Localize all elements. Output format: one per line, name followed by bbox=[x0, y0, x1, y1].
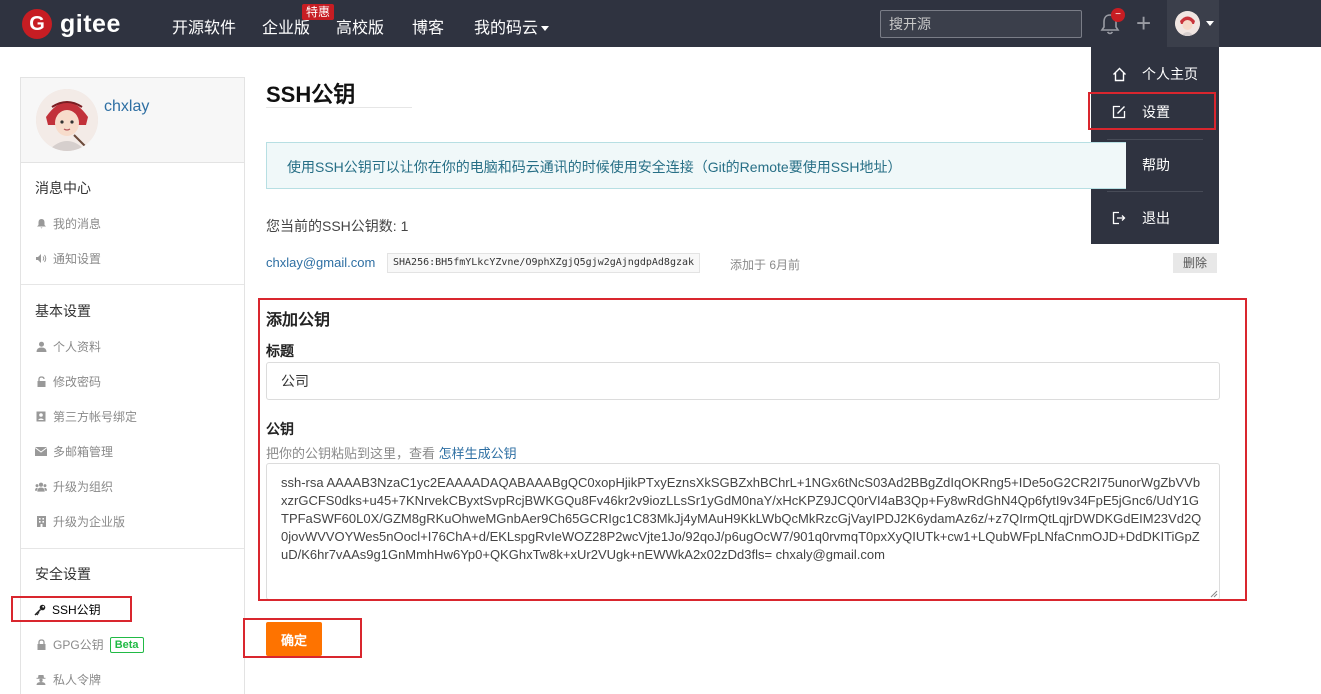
top-navbar: G gitee 开源软件 企业版 特惠 高校版 博客 我的码云 − + bbox=[0, 0, 1321, 47]
sidebar-item-third-party[interactable]: 第三方帐号绑定 bbox=[35, 408, 137, 425]
sidebar-item-tokens[interactable]: 私人令牌 bbox=[35, 671, 101, 688]
sidebar-group-security: 安全设置 bbox=[35, 566, 91, 582]
sidebar-item-profile[interactable]: 个人资料 bbox=[35, 338, 101, 355]
sidebar-item-label: 我的消息 bbox=[53, 217, 102, 231]
chevron-down-icon bbox=[541, 26, 550, 32]
sidebar-divider bbox=[21, 548, 244, 549]
public-key-textarea[interactable]: ssh-rsa AAAAB3NzaC1yc2EAAAADAQABAAABgQC0… bbox=[266, 463, 1220, 600]
mail-icon bbox=[35, 446, 47, 458]
sidebar-item-gpg-keys[interactable]: GPG公钥 Beta bbox=[35, 636, 144, 653]
menu-item-settings[interactable]: 设置 bbox=[1091, 93, 1219, 131]
home-icon bbox=[1110, 65, 1128, 83]
sidebar-item-label: 通知设置 bbox=[53, 252, 102, 266]
sidebar-group-messages: 消息中心 bbox=[35, 180, 91, 196]
ssh-key-count: 您当前的SSH公钥数: 1 bbox=[266, 218, 409, 234]
info-message: 使用SSH公钥可以让你在你的电脑和码云通讯的时候使用安全连接（Git的Remot… bbox=[266, 142, 1126, 189]
profile-username[interactable]: chxlay bbox=[104, 98, 149, 116]
logout-icon bbox=[1110, 209, 1128, 227]
title-label: 标题 bbox=[266, 343, 294, 359]
plus-icon[interactable]: + bbox=[1136, 10, 1151, 36]
delete-key-button[interactable]: 删除 bbox=[1173, 253, 1217, 273]
add-key-heading: 添加公钥 bbox=[266, 312, 331, 329]
avatar[interactable] bbox=[36, 89, 98, 151]
logo-mark-icon: G bbox=[22, 9, 52, 39]
key-hint: 把你的公钥粘贴到这里，查看 怎样生成公钥 bbox=[266, 443, 517, 462]
key-icon bbox=[34, 604, 46, 616]
menu-item-home[interactable]: 个人主页 bbox=[1091, 55, 1219, 93]
sidebar-item-change-password[interactable]: 修改密码 bbox=[35, 373, 101, 390]
contact-card-icon bbox=[35, 411, 47, 423]
nav-blog[interactable]: 博客 bbox=[412, 14, 444, 38]
nav-my-gitee[interactable]: 我的码云 bbox=[474, 14, 550, 38]
lock-icon bbox=[35, 639, 47, 651]
title-underline bbox=[266, 107, 412, 108]
resize-handle-icon[interactable] bbox=[1210, 590, 1218, 598]
settings-sidebar: chxlay 消息中心 我的消息 通知设置 基本设置 个人资料 修改密码 第三方… bbox=[20, 77, 245, 694]
edit-icon bbox=[1110, 103, 1128, 121]
sidebar-item-upgrade-org[interactable]: 升级为组织 bbox=[35, 478, 113, 495]
how-to-generate-key-link[interactable]: 怎样生成公钥 bbox=[439, 446, 517, 461]
sidebar-item-upgrade-enterprise[interactable]: 升级为企业版 bbox=[35, 513, 125, 530]
users-icon bbox=[35, 481, 47, 493]
hot-tag-badge: 特惠 bbox=[302, 4, 335, 20]
user-secret-icon bbox=[35, 674, 47, 686]
menu-divider bbox=[1107, 139, 1203, 140]
avatar bbox=[1175, 11, 1200, 36]
key-added-time: 添加于 6月前 bbox=[730, 258, 801, 272]
sidebar-item-label: 升级为组织 bbox=[53, 480, 114, 494]
gitee-logo[interactable]: G gitee bbox=[22, 9, 121, 39]
chevron-down-icon bbox=[1206, 21, 1214, 26]
menu-item-help-label: 帮助 bbox=[1142, 157, 1170, 173]
menu-item-home-label: 个人主页 bbox=[1142, 66, 1198, 82]
sidebar-item-label: 多邮箱管理 bbox=[53, 445, 114, 459]
ssh-key-row: chxlay@gmail.com SHA256:BH5fmYLkcYZvne/O… bbox=[266, 253, 1218, 273]
sidebar-item-label: 私人令牌 bbox=[53, 673, 102, 687]
nav-university[interactable]: 高校版 bbox=[336, 14, 384, 38]
nav-my-gitee-label: 我的码云 bbox=[474, 20, 539, 37]
profile-card: chxlay bbox=[21, 78, 244, 163]
sidebar-item-my-messages[interactable]: 我的消息 bbox=[35, 215, 101, 232]
menu-item-settings-label: 设置 bbox=[1142, 104, 1170, 120]
page-title: SSH公钥 bbox=[266, 82, 356, 107]
volume-icon bbox=[35, 253, 47, 265]
key-hint-text: 把你的公钥粘贴到这里，查看 bbox=[266, 446, 439, 461]
user-icon bbox=[35, 341, 47, 353]
sidebar-item-label: 升级为企业版 bbox=[53, 515, 126, 529]
sidebar-item-label: 修改密码 bbox=[53, 375, 102, 389]
sidebar-item-label: 第三方帐号绑定 bbox=[53, 410, 138, 424]
menu-item-logout[interactable]: 退出 bbox=[1091, 199, 1219, 237]
beta-badge: Beta bbox=[109, 636, 144, 653]
sidebar-item-label: SSH公钥 bbox=[52, 603, 101, 617]
key-fingerprint: SHA256:BH5fmYLkcYZvne/O9phXZgjQ5gjw2gAjn… bbox=[387, 253, 701, 273]
sidebar-item-notification-settings[interactable]: 通知设置 bbox=[35, 250, 101, 267]
key-email: chxlay@gmail.com bbox=[266, 255, 376, 270]
sidebar-item-label: GPG公钥 bbox=[53, 638, 104, 652]
sidebar-item-ssh-keys[interactable]: SSH公钥 bbox=[34, 601, 101, 618]
logo-text: gitee bbox=[60, 9, 121, 38]
building-icon bbox=[35, 516, 47, 528]
key-label: 公钥 bbox=[266, 421, 294, 437]
user-menu-button[interactable] bbox=[1167, 0, 1219, 47]
sidebar-divider bbox=[21, 284, 244, 285]
search-input[interactable] bbox=[880, 10, 1082, 38]
lock-icon bbox=[35, 376, 47, 388]
nav-open-source[interactable]: 开源软件 bbox=[172, 14, 236, 38]
sidebar-item-label: 个人资料 bbox=[53, 340, 102, 354]
sidebar-item-emails[interactable]: 多邮箱管理 bbox=[35, 443, 113, 460]
menu-item-logout-label: 退出 bbox=[1142, 210, 1170, 226]
menu-divider bbox=[1107, 191, 1203, 192]
sidebar-group-basic: 基本设置 bbox=[35, 303, 91, 319]
notification-badge: − bbox=[1111, 8, 1125, 22]
confirm-button[interactable]: 确定 bbox=[266, 622, 322, 656]
bell-icon bbox=[35, 218, 47, 230]
key-title-input[interactable] bbox=[266, 362, 1220, 400]
